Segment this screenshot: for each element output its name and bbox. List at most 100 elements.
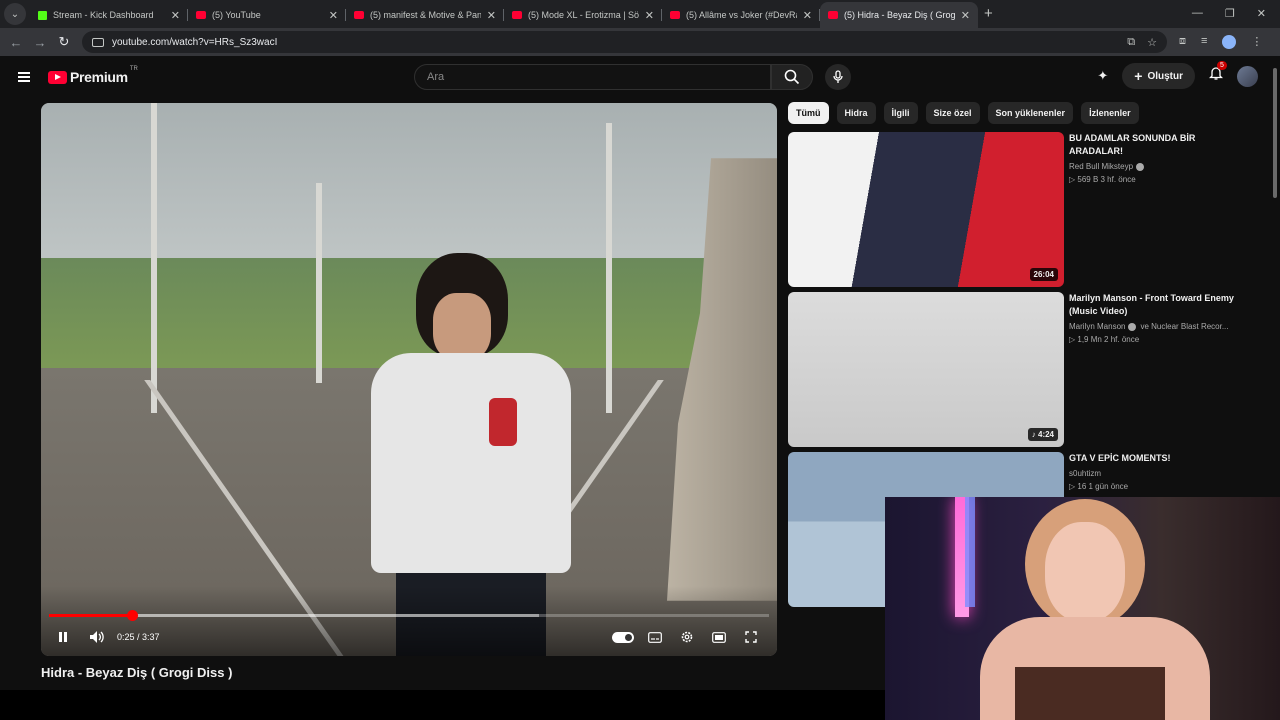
youtube-favicon-icon (670, 11, 680, 19)
bottom-black-bar (0, 690, 885, 720)
site-info-icon[interactable] (92, 37, 104, 47)
back-icon[interactable]: ← (4, 35, 28, 50)
video-thumbnail[interactable]: 26:04 (788, 132, 1064, 287)
browser-tab[interactable]: (5) Allâme vs Joker (#DevRap Fi ✕ (662, 2, 820, 28)
search-placeholder: Ara (427, 71, 445, 83)
recommendation-item[interactable]: 26:04 BU ADAMLAR SONUNDA BİR ARADALAR! Red… (788, 132, 1258, 287)
theater-mode-button[interactable] (707, 627, 731, 647)
cast-icon[interactable]: ⧉ (1127, 36, 1135, 49)
notifications-button[interactable]: 5 (1208, 61, 1227, 86)
webcam-neon-light (965, 497, 975, 607)
filter-chip[interactable]: İlgili (883, 102, 918, 124)
video-player[interactable]: 0:25 / 3:37 (41, 103, 777, 656)
time-display: 0:25 / 3:37 (117, 632, 160, 642)
pause-icon (59, 632, 67, 642)
recommendation-title[interactable]: Marilyn Manson - Front Toward Enemy (Mus… (1069, 292, 1249, 318)
search-button[interactable] (771, 64, 813, 90)
recommendation-title[interactable]: GTA V EPİC MOMENTS! (1069, 452, 1249, 465)
webcam-streamer-face (1045, 522, 1125, 622)
youtube-favicon-icon (828, 11, 838, 19)
profile-icon[interactable] (1222, 35, 1237, 49)
browser-tab[interactable]: (5) manifest & Motive & Pango ✕ (346, 2, 504, 28)
close-tab-icon[interactable]: ✕ (961, 9, 970, 22)
tab-title: Stream - Kick Dashboard (53, 10, 154, 20)
voice-search-button[interactable] (825, 64, 851, 90)
volume-button[interactable] (85, 627, 109, 647)
forward-icon[interactable]: → (28, 35, 52, 50)
address-bar-row: ← → ↻ youtube.com/watch?v=HRs_Sz3wacI ⧉ … (0, 28, 1280, 56)
webcam-overlay (885, 497, 1280, 720)
minimize-icon[interactable]: — (1192, 7, 1203, 20)
player-controls: 0:25 / 3:37 (41, 625, 777, 649)
tab-title: (5) manifest & Motive & Pango (370, 10, 481, 20)
filter-chip[interactable]: Son yüklenenler (987, 102, 1074, 124)
new-tab-button[interactable]: + (984, 5, 993, 22)
close-tab-icon[interactable]: ✕ (487, 9, 496, 22)
progress-bar[interactable] (49, 610, 769, 621)
browser-tab[interactable]: Stream - Kick Dashboard ✕ (30, 2, 188, 28)
channel-name[interactable]: Red Bull Miksteyp (1069, 162, 1133, 171)
browser-tab[interactable]: (5) YouTube ✕ (188, 2, 346, 28)
filter-chip[interactable]: Tümü (788, 102, 829, 124)
fullscreen-button[interactable] (739, 627, 763, 647)
scrollbar-thumb[interactable] (1273, 68, 1277, 198)
media-control-icon[interactable]: ≡ (1201, 35, 1207, 49)
youtube-premium-logo[interactable]: Premium TR (48, 66, 138, 85)
filter-chip[interactable]: İzlenenler (1081, 102, 1139, 124)
recommendation-info: Marilyn Manson - Front Toward Enemy (Mus… (1069, 292, 1249, 447)
channel-line: s0uhtizm (1069, 469, 1249, 478)
close-window-icon[interactable]: ✕ (1257, 7, 1266, 20)
pause-button[interactable] (51, 627, 75, 647)
video-frame-pole (606, 123, 612, 413)
video-frame-shirt-logo (489, 398, 517, 446)
channel-name[interactable]: Marilyn Manson (1069, 322, 1125, 331)
microphone-icon (833, 70, 843, 83)
subtitles-button[interactable] (643, 627, 667, 647)
fullscreen-icon (745, 631, 757, 643)
browser-tab[interactable]: (5) Mode XL - Erotizma | Sözler ✕ (504, 2, 662, 28)
search-input[interactable]: Ara (414, 64, 771, 90)
channel-name[interactable]: s0uhtizm (1069, 469, 1101, 478)
autoplay-toggle-icon (612, 631, 634, 643)
filter-chip[interactable]: Hidra (836, 102, 876, 124)
filter-chips: Tümü Hidra İlgili Size özel Son yüklenenler İ… (788, 102, 1139, 124)
filter-chip[interactable]: Size özel (925, 102, 980, 124)
restore-icon[interactable]: ❐ (1225, 7, 1235, 20)
video-frame-pole (151, 103, 157, 413)
recommendation-item[interactable]: ♪ 4:24 Marilyn Manson - Front Toward Enem… (788, 292, 1258, 447)
cast-ai-icon[interactable]: ✦ (1097, 68, 1108, 84)
region-code: TR (129, 66, 138, 72)
url-field[interactable]: youtube.com/watch?v=HRs_Sz3wacI ⧉ ☆ (82, 31, 1167, 53)
duration-badge: ♪ 4:24 (1027, 428, 1058, 441)
browser-tab[interactable]: (5) Hidra - Beyaz Diş ( Grog ✕ (820, 2, 978, 28)
video-thumbnail[interactable]: ♪ 4:24 (788, 292, 1064, 447)
tab-title: (5) YouTube (212, 10, 261, 20)
video-title: Hidra - Beyaz Diş ( Grogi Diss ) (41, 665, 233, 680)
view-stats: ▷ 569 B 3 hf. önce (1069, 175, 1136, 184)
recommendation-title[interactable]: BU ADAMLAR SONUNDA BİR ARADALAR! (1069, 132, 1249, 158)
browser-menu-icon[interactable]: ⋮ (1251, 35, 1262, 49)
account-avatar[interactable] (1237, 65, 1258, 87)
close-tab-icon[interactable]: ✕ (803, 9, 812, 22)
youtube-favicon-icon (354, 11, 364, 19)
tab-title: (5) Hidra - Beyaz Diş ( Grog (844, 10, 955, 20)
tab-title: (5) Allâme vs Joker (#DevRap Fi (686, 10, 797, 20)
channel-line: Red Bull Miksteyp (1069, 162, 1249, 171)
close-tab-icon[interactable]: ✕ (171, 9, 180, 22)
close-tab-icon[interactable]: ✕ (329, 9, 338, 22)
tab-search-button[interactable]: ⌄ (4, 3, 26, 25)
autoplay-toggle[interactable] (611, 627, 635, 647)
progress-played (49, 614, 132, 617)
progress-scrubber[interactable] (126, 610, 138, 621)
close-tab-icon[interactable]: ✕ (645, 9, 654, 22)
reload-icon[interactable]: ↻ (52, 34, 76, 50)
create-button[interactable]: + Oluştur (1122, 63, 1195, 89)
settings-button[interactable] (675, 627, 699, 647)
menu-icon[interactable] (18, 72, 30, 82)
youtube-play-icon (48, 70, 67, 84)
window-controls: — ❐ ✕ (1192, 7, 1280, 28)
bookmark-star-icon[interactable]: ☆ (1147, 36, 1157, 49)
video-frame-face (433, 293, 491, 361)
gear-icon (681, 631, 693, 643)
extensions-icon[interactable]: ⧈ (1179, 35, 1186, 49)
